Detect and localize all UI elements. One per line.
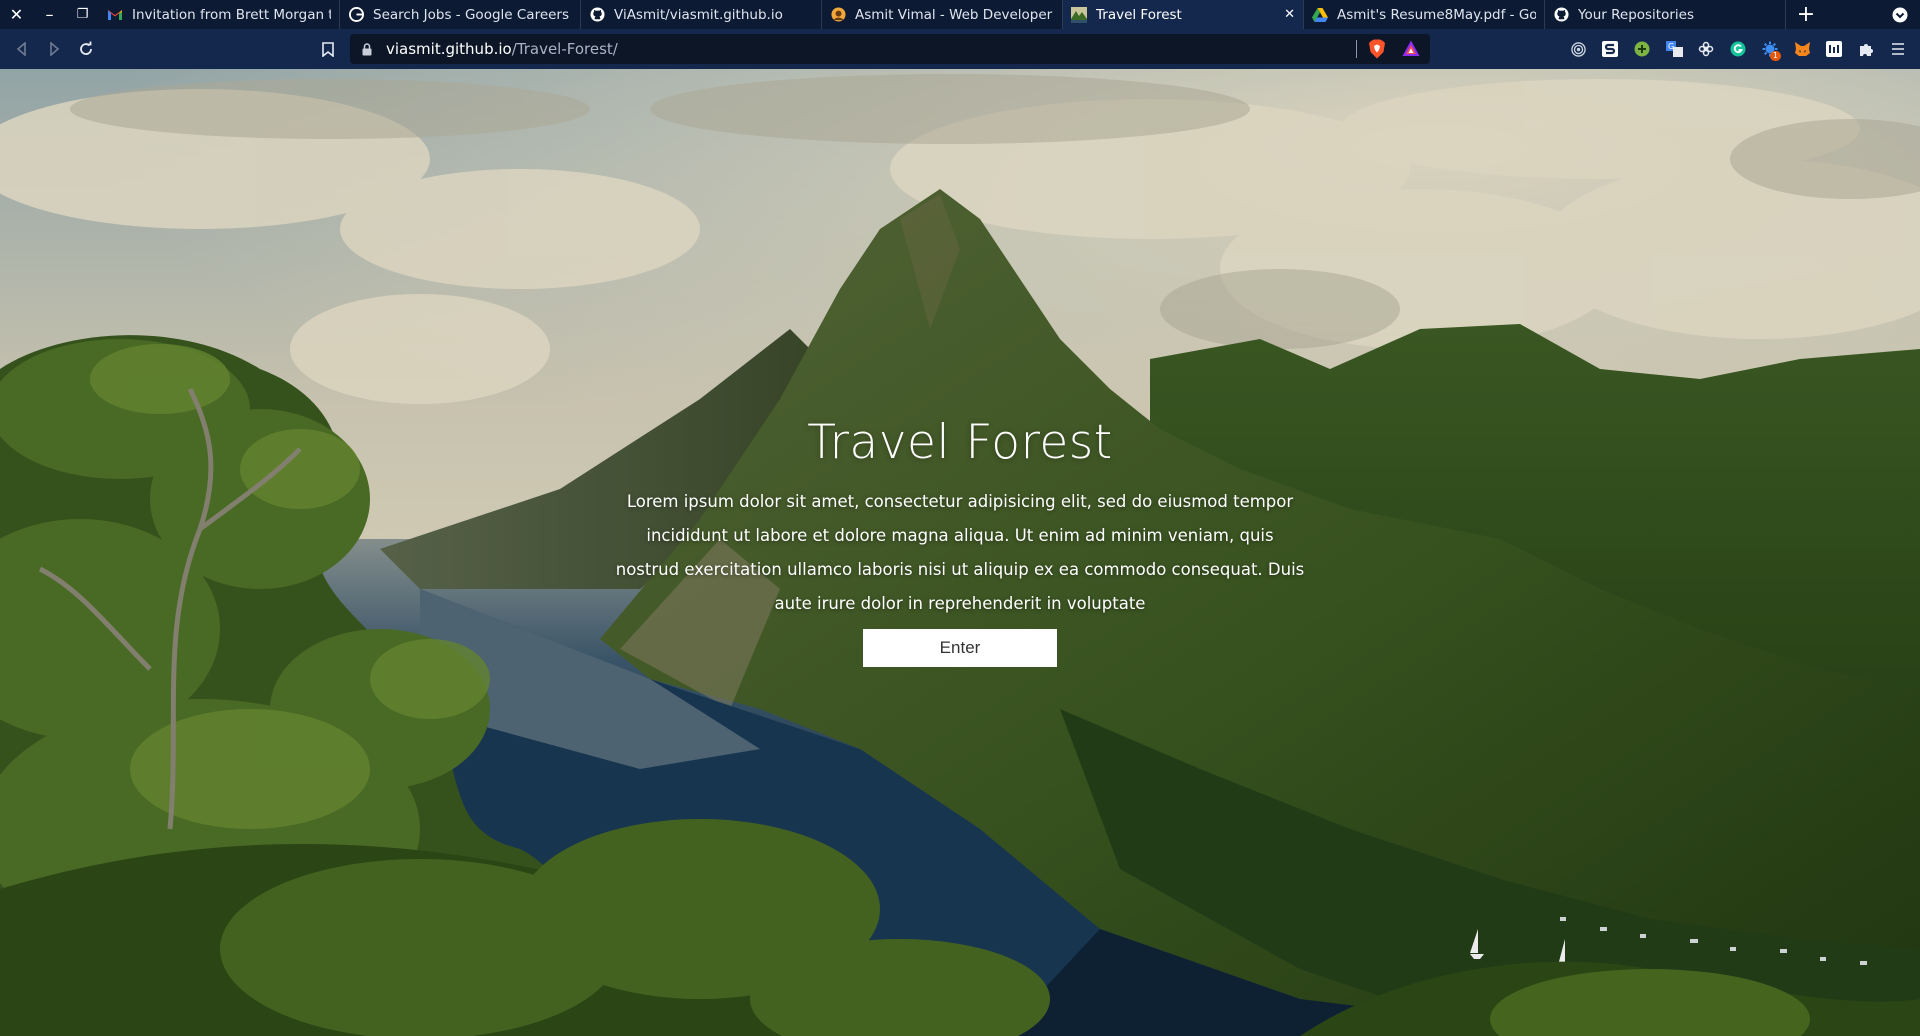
tab-travel-forest[interactable]: Travel Forest ✕: [1063, 0, 1304, 29]
hero-description: Lorem ipsum dolor sit amet, consectetur …: [615, 492, 1305, 613]
bookmark-button[interactable]: [316, 37, 340, 61]
tab-your-repositories[interactable]: Your Repositories: [1545, 0, 1786, 29]
window-close-button[interactable]: ✕: [0, 0, 33, 29]
tab-title: Asmit Vimal - Web Developer: [855, 6, 1053, 23]
flower-icon[interactable]: [1690, 29, 1722, 69]
extension-badge: 1: [1769, 51, 1781, 61]
reader-icon[interactable]: [1818, 29, 1850, 69]
reload-icon: [80, 41, 92, 55]
green-plus-icon[interactable]: [1626, 29, 1658, 69]
github-icon: [589, 7, 605, 23]
brave-shields-icon[interactable]: [1368, 39, 1386, 63]
tor-icon[interactable]: [1562, 29, 1594, 69]
portfolio-icon: [830, 7, 846, 23]
extensions-area: G 1: [1562, 29, 1920, 69]
gear-bug-icon[interactable]: 1: [1754, 29, 1786, 69]
chevron-down-icon: [1892, 7, 1908, 22]
tab-title: Invitation from Brett Morgan to: [132, 6, 331, 23]
menu-icon[interactable]: [1882, 29, 1914, 69]
tab-title: Your Repositories: [1578, 6, 1694, 23]
hero-content: Travel Forest Lorem ipsum dolor sit amet…: [560, 415, 1360, 667]
metamask-icon[interactable]: [1786, 29, 1818, 69]
address-bar[interactable]: viasmit.github.io/Travel-Forest/: [350, 34, 1430, 64]
url-path: /Travel-Forest/: [511, 40, 618, 58]
tab-list-button[interactable]: [1880, 0, 1920, 29]
puzzle-icon[interactable]: [1850, 29, 1882, 69]
travel-forest-icon: [1071, 6, 1087, 23]
google-icon: [348, 7, 364, 23]
tab-resume-drive[interactable]: Asmit's Resume8May.pdf - Goo: [1304, 0, 1545, 29]
svg-text:G: G: [1668, 42, 1674, 51]
tab-google-careers[interactable]: Search Jobs - Google Careers: [340, 0, 581, 29]
tab-title: Asmit's Resume8May.pdf - Goo: [1337, 6, 1536, 23]
brave-rewards-icon[interactable]: [1402, 40, 1420, 61]
window-restore-button[interactable]: ❐: [66, 0, 99, 29]
back-arrow-icon: [16, 42, 26, 56]
close-tab-icon[interactable]: ✕: [1284, 7, 1295, 22]
back-button[interactable]: [6, 33, 38, 65]
address-bar-divider: [1356, 40, 1357, 58]
reload-button[interactable]: [70, 33, 102, 65]
github-icon: [1553, 7, 1569, 23]
tab-strip: ✕ – ❐ Invitation from Brett Morgan to Se…: [0, 0, 1920, 29]
gmail-icon: [107, 7, 123, 23]
bookmark-icon: [322, 41, 334, 57]
tab-github-viasmit[interactable]: ViAsmit/viasmit.github.io: [581, 0, 822, 29]
new-tab-button[interactable]: +: [1786, 0, 1826, 29]
hero-title: Travel Forest: [807, 415, 1113, 470]
window-minimize-button[interactable]: –: [33, 0, 66, 29]
enter-button[interactable]: Enter: [863, 629, 1057, 667]
lock-icon[interactable]: [362, 42, 376, 56]
google-drive-icon: [1312, 7, 1328, 23]
tab-title: Travel Forest: [1096, 6, 1182, 23]
url-host: viasmit.github.io: [386, 40, 512, 58]
tab-gmail-invitation[interactable]: Invitation from Brett Morgan to: [99, 0, 340, 29]
tab-title: ViAsmit/viasmit.github.io: [614, 6, 783, 23]
browser-toolbar: viasmit.github.io/Travel-Forest/ G 1: [0, 29, 1920, 69]
tab-title: Search Jobs - Google Careers: [373, 6, 570, 23]
tab-portfolio[interactable]: Asmit Vimal - Web Developer: [822, 0, 1063, 29]
forward-arrow-icon: [50, 42, 60, 56]
forward-button[interactable]: [38, 33, 70, 65]
s-extension-icon[interactable]: [1594, 29, 1626, 69]
translate-icon[interactable]: G: [1658, 29, 1690, 69]
grammarly-icon[interactable]: [1722, 29, 1754, 69]
hero-section: Travel Forest Lorem ipsum dolor sit amet…: [0, 69, 1920, 1036]
